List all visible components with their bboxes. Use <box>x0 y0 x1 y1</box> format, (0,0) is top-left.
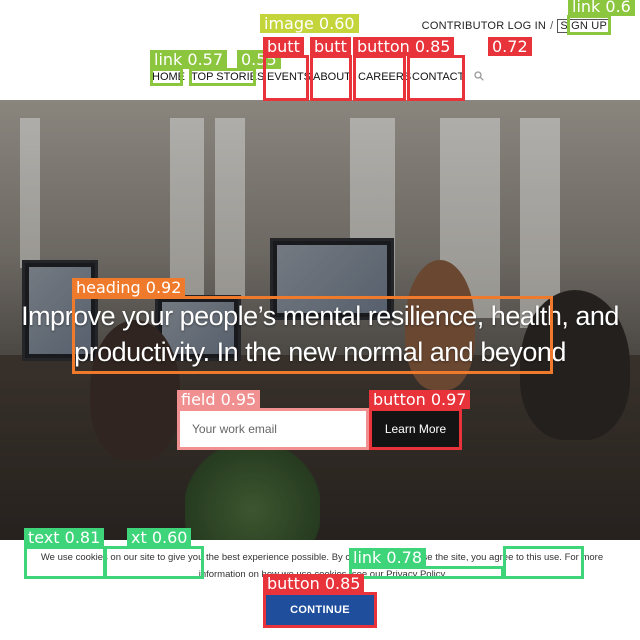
annotation-label: link 0.6 <box>568 0 635 16</box>
annotation-about: butt <box>310 37 352 101</box>
annotation-text-1: text 0.81 <box>24 528 106 579</box>
annotation-contact: 0.72 <box>407 37 532 101</box>
separator: / <box>550 20 554 32</box>
annotation-home: link 0.57 <box>150 50 228 86</box>
annotation-privacy: link 0.78 <box>349 548 504 579</box>
annotation-events: butt <box>263 37 309 101</box>
annotation-label: button 0.85 <box>263 574 365 593</box>
annotation-field: field 0.95 <box>177 390 369 450</box>
annotation-heading: heading 0.92 <box>72 278 553 374</box>
annotation-label: xt 0.60 <box>127 528 192 547</box>
annotation-image: image 0.60 <box>260 14 383 35</box>
search-icon[interactable] <box>474 71 484 81</box>
annotation-top-stories: 0.55 <box>189 50 281 86</box>
annotation-label: butt <box>310 37 351 56</box>
contributor-login-link[interactable]: CONTRIBUTOR LOG IN <box>422 20 546 32</box>
annotation-label: heading 0.92 <box>72 278 186 297</box>
annotation-label: butt <box>263 37 304 56</box>
annotation-label: image 0.60 <box>260 14 359 33</box>
annotation-label: button 0.85 <box>353 37 455 56</box>
annotation-text-3 <box>503 546 584 579</box>
annotation-label: text 0.81 <box>24 528 105 547</box>
annotation-label: 0.72 <box>488 37 532 56</box>
annotation-text-2: xt 0.60 <box>104 528 204 579</box>
annotation-careers: button 0.85 <box>353 37 455 101</box>
annotation-label: link 0.78 <box>349 548 427 567</box>
annotation-label: link 0.57 <box>150 50 228 69</box>
annotation-continue: button 0.85 <box>263 574 377 628</box>
annotation-signup: link 0.6 <box>567 0 635 35</box>
annotation-learn-more: button 0.97 <box>369 390 471 450</box>
annotation-label: button 0.97 <box>369 390 471 409</box>
annotation-label: field 0.95 <box>177 390 261 409</box>
